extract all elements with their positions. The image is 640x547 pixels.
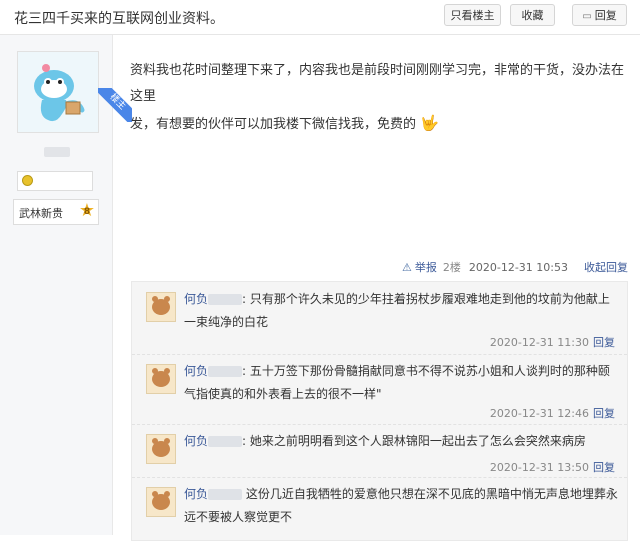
bear-avatar-icon (152, 368, 170, 387)
reply-date: 2020-12-31 13:50 (489, 461, 589, 474)
reply-date: 2020-12-31 12:46 (489, 407, 589, 420)
author-rank: 武林新贵 ★ 8 (13, 199, 99, 225)
thread-header: 花三四千买来的互联网创业资料。 只看楼主 收藏 ▭ 回复 (0, 0, 640, 35)
author-badge-row (17, 171, 93, 191)
reply-body: 何负: 她来之前明明看到这个人跟林锦阳一起出去了怎么会突然来病房 (184, 434, 586, 448)
floor-number: 2楼 (442, 261, 461, 274)
list-item: 何负 这份几近自我牺牲的爱意他只想在深不见底的黑暗中悄无声息地埋葬永远不要被人察… (132, 477, 627, 547)
post-content-line: 资料我也花时间整理下来了，内容我也是前段时间刚刚学习完，非常的干货，没办法在这里 (130, 63, 625, 104)
bear-avatar-icon (152, 491, 170, 510)
reply-avatar[interactable] (146, 364, 176, 394)
reply-body: 何负 这份几近自我牺牲的爱意他只想在深不见底的黑暗中悄无声息地埋葬永远不要被人察… (184, 483, 620, 529)
bear-avatar-icon (152, 296, 170, 315)
reply-avatar[interactable] (146, 487, 176, 517)
bear-avatar-icon (152, 438, 170, 457)
reply-meta: 2020-12-31 13:50 回复 (490, 459, 615, 475)
op-tag: 楼主 (98, 88, 132, 122)
reply-avatar[interactable] (146, 292, 176, 322)
reply-body: 何负: 五十万签下那份骨髓捐献同意书不得不说苏小姐和人谈判时的那种颐气指使真的和… (184, 364, 610, 401)
reply-avatar[interactable] (146, 434, 176, 464)
only-op-button[interactable]: 只看楼主 (444, 4, 501, 26)
post-meta: ⚠ 举报 2楼 2020-12-31 10:53 收起回复 (402, 258, 628, 276)
reply-icon: ▭ (582, 11, 592, 22)
reply-username[interactable]: 何负 (184, 292, 208, 306)
reply-username[interactable]: 何负 (184, 487, 208, 501)
post-content-text: 发，有想要的伙伴可以加我楼下微信找我，免费的 (130, 117, 417, 132)
warning-icon: ⚠ (402, 260, 412, 274)
reply-meta: 2020-12-31 11:30 回复 (490, 334, 615, 350)
author-avatar[interactable]: 楼主 (17, 51, 132, 133)
member-badge-icon[interactable] (22, 175, 33, 186)
favorite-button[interactable]: 收藏 (510, 4, 555, 26)
rank-label: 武林新贵 (19, 207, 63, 220)
reply-meta: 2020-12-31 12:46 回复 (490, 405, 615, 421)
reply-text: 她来之前明明看到这个人跟林锦阳一起出去了怎么会突然来病房 (249, 434, 586, 448)
reply-text: 五十万签下那份骨髓捐献同意书不得不说苏小姐和人谈判时的那种颐气指使真的和外表看上… (184, 364, 610, 401)
fold-replies-link[interactable]: 收起回复 (584, 259, 628, 275)
reply-username[interactable]: 何负 (184, 364, 208, 378)
reply-to-comment-link[interactable]: 回复 (593, 407, 615, 420)
reply-button[interactable]: ▭ 回复 (572, 4, 627, 26)
reply-body: 何负: 只有那个许久未见的少年拄着拐杖步履艰难地走到他的坟前为他献上一束纯净的白… (184, 292, 610, 329)
thread-title: 花三四千买来的互联网创业资料。 (14, 11, 224, 27)
post-content-line: 发，有想要的伙伴可以加我楼下微信找我，免费的 🤟 (130, 110, 630, 138)
list-item: 何负: 只有那个许久未见的少年拄着拐杖步履艰难地走到他的坟前为他献上一束纯净的白… (132, 282, 627, 355)
reply-username-redacted (208, 436, 243, 447)
author-username-redacted[interactable] (44, 147, 70, 157)
rank-level: 8 (83, 207, 91, 217)
reply-date: 2020-12-31 11:30 (489, 336, 589, 349)
reply-username-redacted (208, 294, 243, 305)
reply-username[interactable]: 何负 (184, 434, 208, 448)
report-link[interactable]: 举报 (415, 259, 437, 275)
reply-text: 只有那个许久未见的少年拄着拐杖步履艰难地走到他的坟前为他献上一束纯净的白花 (184, 292, 610, 329)
rock-hand-icon: 🤟 (420, 114, 439, 132)
reply-username-redacted (208, 489, 243, 500)
list-item: 何负: 她来之前明明看到这个人跟林锦阳一起出去了怎么会突然来病房 2020-12… (132, 424, 627, 478)
reply-button-label: 回复 (594, 9, 617, 22)
reply-list: 何负: 只有那个许久未见的少年拄着拐杖步履艰难地走到他的坟前为他献上一束纯净的白… (131, 281, 628, 541)
list-item: 何负: 五十万签下那份骨髓捐献同意书不得不说苏小姐和人谈判时的那种颐气指使真的和… (132, 354, 627, 425)
author-sidebar: 楼主 武林新贵 ★ 8 (0, 35, 132, 535)
op-tag-label: 楼主 (98, 88, 132, 122)
reply-text: 这份几近自我牺牲的爱意他只想在深不见底的黑暗中悄无声息地埋葬永远不要被人察觉更不 (184, 487, 618, 524)
reply-to-comment-link[interactable]: 回复 (593, 461, 615, 474)
post-date: 2020-12-31 10:53 (468, 260, 568, 274)
reply-to-comment-link[interactable]: 回复 (593, 336, 615, 349)
reply-username-redacted (208, 366, 243, 377)
post-content: 资料我也花时间整理下来了，内容我也是前段时间刚刚学习完，非常的干货，没办法在这里… (130, 58, 630, 138)
mascot-avatar-image (18, 52, 98, 132)
